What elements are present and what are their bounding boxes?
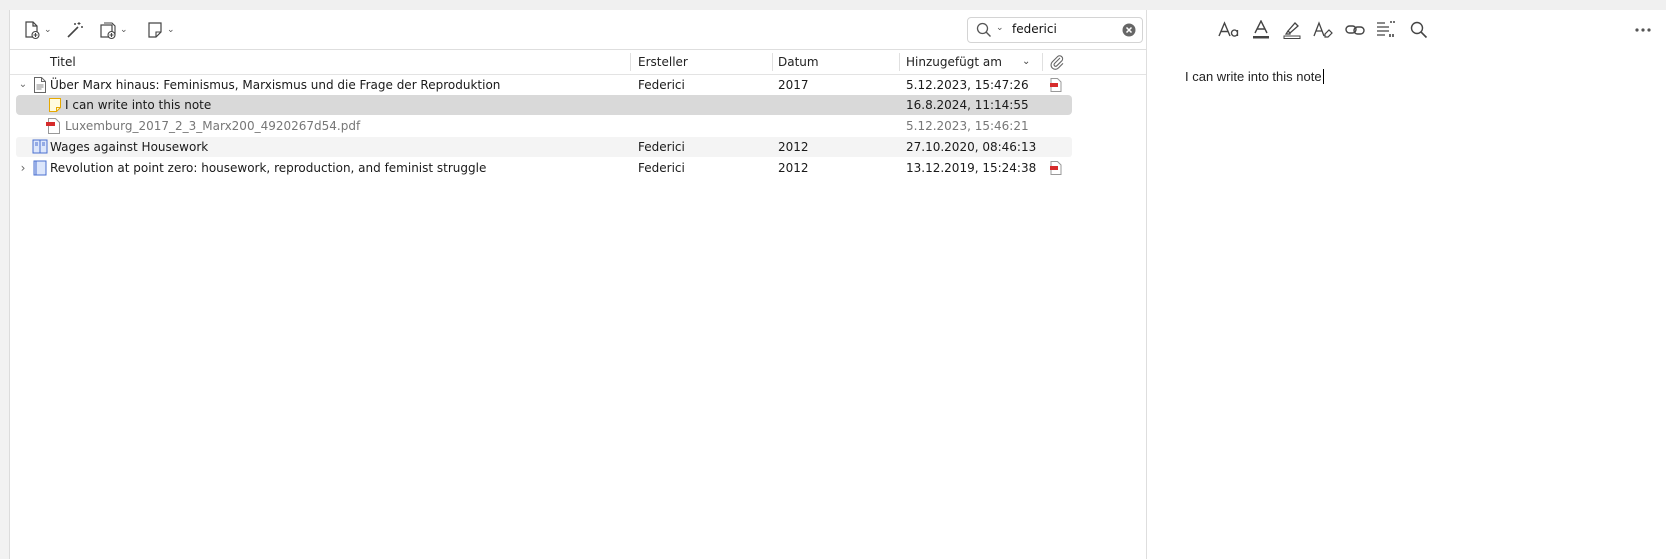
column-date[interactable]: Datum	[778, 50, 819, 74]
document-icon	[34, 77, 46, 93]
font-size-icon	[1218, 21, 1239, 37]
new-item-icon	[25, 21, 40, 40]
item-date: 2017	[778, 78, 809, 92]
clear-format-icon	[1313, 21, 1333, 38]
search-icon	[1410, 21, 1428, 39]
text-color-icon	[1253, 20, 1269, 39]
text-color-button[interactable]	[1249, 19, 1273, 41]
book-icon	[33, 160, 47, 176]
column-resizer[interactable]	[899, 53, 900, 71]
column-title[interactable]: Titel	[50, 50, 76, 74]
collapse-chevron-icon[interactable]: ⌄	[17, 75, 29, 95]
add-attachment-button[interactable]: ⌄	[98, 19, 128, 41]
chevron-down-icon: ⌄	[44, 25, 52, 35]
link-icon	[1345, 25, 1365, 35]
table-row[interactable]: ⌄ Über Marx hinaus: Feminismus, Marxismu…	[16, 75, 1072, 95]
more-options-button[interactable]	[1631, 19, 1655, 41]
item-creator: Federici	[638, 140, 685, 154]
pdf-attachment-icon[interactable]	[1050, 161, 1062, 175]
column-date-added[interactable]: Hinzugefügt am	[906, 50, 1002, 74]
items-toolbar: ⌄ ⌄ ⌄ ⌄	[10, 10, 1146, 50]
chevron-down-icon: ⌄	[120, 25, 128, 35]
table-row[interactable]: Luxemburg_2017_2_3_Marx200_4920267d54.pd…	[16, 116, 1072, 136]
chevron-down-icon: ⌄	[167, 25, 175, 35]
new-item-button[interactable]: ⌄	[22, 19, 52, 41]
note-icon	[49, 98, 61, 112]
search-box[interactable]: ⌄	[967, 17, 1143, 43]
column-creator[interactable]: Ersteller	[638, 50, 688, 74]
search-input[interactable]	[1012, 20, 1112, 38]
item-title: Wages against Housework	[50, 140, 209, 154]
item-date-added: 5.12.2023, 15:47:26	[906, 78, 1029, 92]
find-replace-button[interactable]	[1407, 19, 1431, 41]
magic-wand-icon	[67, 22, 83, 38]
add-by-identifier-button[interactable]	[65, 19, 85, 41]
text-caret	[1322, 69, 1324, 84]
item-title: I can write into this note	[65, 98, 212, 112]
attachment-add-icon	[100, 22, 116, 40]
items-pane: ⌄ ⌄ ⌄ ⌄ Titel Ersteller Datum Hinzugefüg…	[10, 10, 1146, 559]
search-icon	[976, 22, 991, 37]
item-creator: Federici	[638, 161, 685, 175]
item-date: 2012	[778, 140, 809, 154]
item-date-added: 13.12.2019, 15:24:38	[906, 161, 1036, 175]
item-title: Über Marx hinaus: Feminismus, Marxismus …	[50, 78, 501, 92]
item-creator: Federici	[638, 78, 685, 92]
item-date-added: 5.12.2023, 15:46:21	[906, 119, 1029, 133]
text-format-button[interactable]	[1217, 19, 1241, 41]
book-section-icon	[32, 139, 48, 154]
note-editor-body[interactable]: I can write into this note	[1185, 69, 1324, 84]
item-title: Revolution at point zero: housework, rep…	[50, 161, 487, 175]
table-row[interactable]: › Revolution at point zero: housework, r…	[16, 158, 1072, 178]
sort-descending-icon[interactable]: ⌄	[1022, 50, 1030, 74]
column-resizer[interactable]	[772, 53, 773, 71]
clear-search-icon[interactable]	[1122, 23, 1136, 37]
table-row[interactable]: I can write into this note 16.8.2024, 11…	[16, 95, 1072, 115]
item-title: Luxemburg_2017_2_3_Marx200_4920267d54.pd…	[65, 119, 361, 133]
item-date-added: 27.10.2020, 08:46:13	[906, 140, 1036, 154]
pdf-icon	[46, 118, 60, 134]
column-resizer[interactable]	[630, 53, 631, 71]
paperclip-icon[interactable]	[1049, 54, 1065, 70]
column-resizer[interactable]	[1042, 53, 1043, 71]
more-horizontal-icon	[1635, 28, 1651, 32]
item-date-added: 16.8.2024, 11:14:55	[906, 98, 1029, 112]
collection-pane-edge[interactable]	[0, 10, 10, 559]
citation-icon	[1377, 21, 1395, 37]
note-text: I can write into this note	[1185, 69, 1322, 84]
items-table-header: Titel Ersteller Datum Hinzugefügt am ⌄	[10, 50, 1146, 75]
clear-formatting-button[interactable]	[1311, 19, 1335, 41]
insert-link-button[interactable]	[1343, 19, 1367, 41]
highlight-button[interactable]	[1280, 19, 1304, 41]
search-mode-chevron-icon[interactable]: ⌄	[996, 23, 1004, 33]
highlighter-icon	[1283, 22, 1301, 39]
insert-citation-button[interactable]	[1375, 19, 1399, 41]
expand-chevron-icon[interactable]: ›	[17, 158, 29, 178]
table-row[interactable]: Wages against Housework Federici 2012 27…	[16, 137, 1072, 157]
pdf-attachment-icon[interactable]	[1050, 78, 1062, 92]
new-note-button[interactable]: ⌄	[145, 19, 175, 41]
note-add-icon	[148, 22, 162, 38]
item-date: 2012	[778, 161, 809, 175]
note-editor-pane: I can write into this note	[1147, 10, 1666, 559]
